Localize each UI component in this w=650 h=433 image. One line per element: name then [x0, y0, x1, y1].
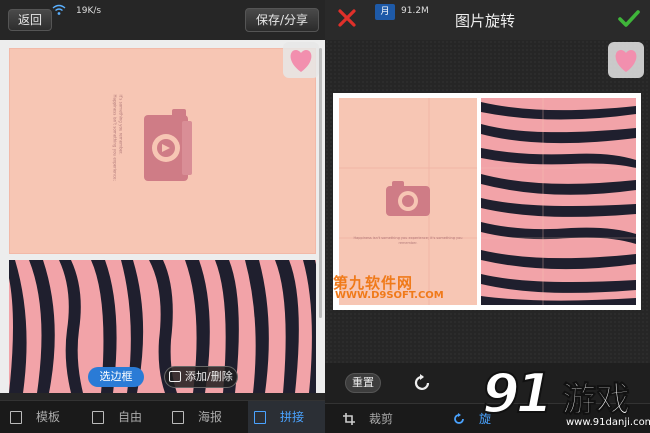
91-logo: 91: [481, 361, 554, 426]
camera-illustration: [144, 109, 192, 181]
tab-splice[interactable]: 拼接: [248, 401, 325, 433]
tab-poster[interactable]: 海报: [172, 401, 242, 433]
tab-crop-label: 裁剪: [369, 412, 394, 426]
save-share-button[interactable]: 保存/分享: [245, 8, 319, 32]
favorite-button-right[interactable]: [608, 42, 644, 78]
poster-icon: [172, 411, 184, 424]
memory-usage: 91.2M: [401, 6, 429, 16]
right-top-bar: 月 91.2M 图片旋转: [325, 0, 650, 40]
rotate-icon: [454, 413, 464, 424]
calendar-month-badge: 月: [375, 4, 395, 20]
splice-icon: [254, 411, 266, 424]
photo-caption-line-1: Happiness isn't something you experience…: [112, 94, 118, 181]
rotated-photo-caption: Happiness isn't something you experience…: [353, 236, 463, 245]
91-game-text: 游戏: [562, 380, 631, 421]
network-speed: 19K/s: [76, 6, 102, 16]
collage-editor-panel: 返回 19K/s 保存/分享 Happiness isn't something…: [0, 0, 325, 433]
collage-photo-zebra[interactable]: [9, 260, 316, 393]
91danji-watermark: 91 游戏 www.91danji.com: [478, 361, 650, 433]
back-button[interactable]: 返回: [8, 9, 52, 31]
reset-button[interactable]: 重置: [345, 373, 381, 393]
add-delete-label: 添加/删除: [185, 370, 233, 383]
select-border-button[interactable]: 选边框: [88, 367, 144, 387]
confirm-check-icon[interactable]: [617, 8, 641, 30]
rotated-photo-zebra[interactable]: [481, 98, 636, 305]
tab-crop[interactable]: 裁剪: [343, 404, 423, 433]
tab-template-label: 模板: [36, 410, 61, 424]
heart-icon: [615, 50, 637, 72]
zebra-pattern-rotated: [481, 98, 636, 305]
91danji-url: www.91danji.com: [566, 417, 650, 428]
photo-caption-line-2: it's something you remember.: [118, 94, 124, 155]
tab-poster-label: 海报: [198, 410, 223, 424]
tab-template[interactable]: 模板: [10, 401, 80, 433]
template-icon: [10, 411, 22, 424]
d9soft-url: WWW.D9SOFT.COM: [335, 290, 444, 301]
crop-icon: [343, 413, 355, 425]
photos-icon: [169, 371, 181, 382]
heart-icon: [290, 50, 312, 72]
tab-splice-label: 拼接: [280, 410, 305, 424]
close-icon[interactable]: [337, 8, 357, 28]
favorite-button[interactable]: [283, 42, 319, 78]
tab-free[interactable]: 自由: [92, 401, 162, 433]
app-screenshot: 返回 19K/s 保存/分享 Happiness isn't something…: [0, 0, 650, 433]
tab-free-label: 自由: [118, 410, 143, 424]
left-top-bar: 返回 19K/s 保存/分享: [0, 0, 325, 40]
zebra-pattern: [9, 260, 316, 393]
wifi-icon: [52, 4, 66, 15]
rotate-counterclockwise-icon[interactable]: [413, 373, 433, 393]
canvas-scrollbar[interactable]: [319, 48, 322, 318]
page-title: 图片旋转: [455, 12, 516, 30]
add-delete-button[interactable]: 添加/删除: [164, 366, 238, 388]
free-icon: [92, 411, 104, 424]
photo-caption: Happiness isn't something you experience…: [110, 94, 124, 217]
collage-photo-camera[interactable]: Happiness isn't something you experience…: [9, 48, 316, 254]
d9soft-watermark: 第九软件网 WWW.D9SOFT.COM: [333, 272, 445, 304]
left-tab-bar: 模板 自由 海报 拼接: [0, 400, 325, 433]
